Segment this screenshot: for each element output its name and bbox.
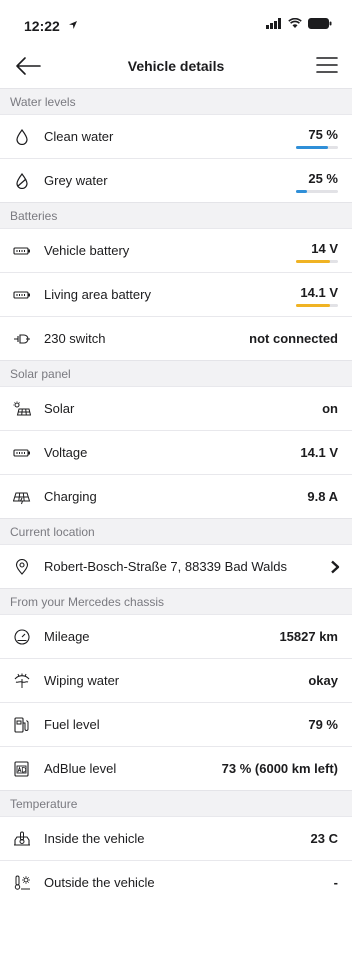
status-icons xyxy=(266,18,332,29)
row-label: Vehicle battery xyxy=(44,243,130,258)
living-battery-level-bar xyxy=(296,304,338,307)
row-label: Inside the vehicle xyxy=(44,831,145,846)
row-value: 14.1 V xyxy=(300,445,338,460)
row-value: 15827 km xyxy=(279,629,338,644)
row-value: not connected xyxy=(249,331,338,346)
row-label: Solar xyxy=(44,401,75,416)
row-label: Clean water xyxy=(44,129,114,144)
plug-icon xyxy=(14,334,30,344)
grey-water-level-bar xyxy=(296,190,338,193)
row-label: Fuel level xyxy=(44,717,100,732)
status-time: 12:22 xyxy=(24,18,60,34)
section-header-water: Water levels xyxy=(0,88,352,114)
page-title: Vehicle details xyxy=(127,58,225,74)
fuel-pump-icon xyxy=(14,717,29,733)
location-pin-icon xyxy=(15,559,29,575)
row-230-switch: 230 switch not connected xyxy=(0,316,352,360)
solar-charging-icon xyxy=(13,492,31,505)
level-bar-fill xyxy=(296,190,307,193)
clean-water-level-bar xyxy=(296,146,338,149)
section-header-location: Current location xyxy=(0,518,352,544)
battery-icon xyxy=(13,247,30,255)
row-label: Wiping water xyxy=(44,673,120,688)
section-header-batteries: Batteries xyxy=(0,202,352,228)
row-label: Mileage xyxy=(44,629,90,644)
row-value: 79 % xyxy=(308,717,338,732)
nav-bar: Vehicle details xyxy=(0,44,352,88)
row-solar: Solar on xyxy=(0,386,352,430)
section-header-chassis: From your Mercedes chassis xyxy=(0,588,352,614)
adblue-icon xyxy=(14,761,29,777)
row-value: 14 V xyxy=(311,241,338,256)
row-label: Grey water xyxy=(44,173,108,188)
battery-status-icon xyxy=(308,18,332,29)
row-grey-water: Grey water 25 % xyxy=(0,158,352,202)
row-label: Charging xyxy=(44,489,97,504)
location-address: Robert-Bosch-Straße 7, 88339 Bad Walds xyxy=(44,559,288,574)
battery-icon xyxy=(13,291,30,299)
row-fuel-level: Fuel level 79 % xyxy=(0,702,352,746)
row-living-area-battery: Living area battery 14.1 V xyxy=(0,272,352,316)
level-bar-fill xyxy=(296,260,330,263)
battery-icon xyxy=(13,449,30,457)
section-header-solar: Solar panel xyxy=(0,360,352,386)
location-arrow-icon xyxy=(69,21,77,29)
row-wiping-water: Wiping water okay xyxy=(0,658,352,702)
row-label: Living area battery xyxy=(44,287,151,302)
outside-temperature-icon xyxy=(14,875,30,890)
row-value: 14.1 V xyxy=(300,285,338,300)
row-value: 23 C xyxy=(310,831,338,846)
level-bar-fill xyxy=(296,304,330,307)
row-clean-water: Clean water 75 % xyxy=(0,114,352,158)
row-inside-temperature: Inside the vehicle 23 C xyxy=(0,816,352,860)
solar-panel-icon xyxy=(13,401,31,416)
row-vehicle-battery: Vehicle battery 14 V xyxy=(0,228,352,272)
row-current-location[interactable]: Robert-Bosch-Straße 7, 88339 Bad Walds xyxy=(0,544,352,588)
row-value: 25 % xyxy=(308,171,338,186)
row-value: 9.8 A xyxy=(307,489,338,504)
level-bar-fill xyxy=(296,146,328,149)
row-label: 230 switch xyxy=(44,331,106,346)
wifi-icon xyxy=(288,18,302,28)
row-label: AdBlue level xyxy=(44,761,117,776)
signal-icon xyxy=(266,18,281,29)
chevron-right-icon[interactable] xyxy=(330,560,340,574)
vehicle-details-list: Water levels Clean water 75 % Grey water… xyxy=(0,88,352,904)
row-label: Outside the vehicle xyxy=(44,875,155,890)
row-adblue-level: AdBlue level 73 % (6000 km left) xyxy=(0,746,352,790)
row-label: Voltage xyxy=(44,445,88,460)
water-drop-icon xyxy=(16,129,28,145)
grey-water-drop-icon xyxy=(16,173,28,189)
row-value: - xyxy=(333,875,338,890)
menu-icon[interactable] xyxy=(316,56,338,74)
row-value: okay xyxy=(308,673,338,688)
speedometer-icon xyxy=(14,629,30,645)
row-charging: Charging 9.8 A xyxy=(0,474,352,518)
row-voltage: Voltage 14.1 V xyxy=(0,430,352,474)
windshield-washer-icon xyxy=(14,673,30,688)
row-value: 75 % xyxy=(308,127,338,142)
vehicle-battery-level-bar xyxy=(296,260,338,263)
row-value: 73 % (6000 km left) xyxy=(221,761,338,776)
status-bar: 12:22 xyxy=(0,0,352,44)
inside-temperature-icon xyxy=(14,831,30,846)
row-value: on xyxy=(322,401,338,416)
row-mileage: Mileage 15827 km xyxy=(0,614,352,658)
section-header-temperature: Temperature xyxy=(0,790,352,816)
row-outside-temperature: Outside the vehicle - xyxy=(0,860,352,904)
